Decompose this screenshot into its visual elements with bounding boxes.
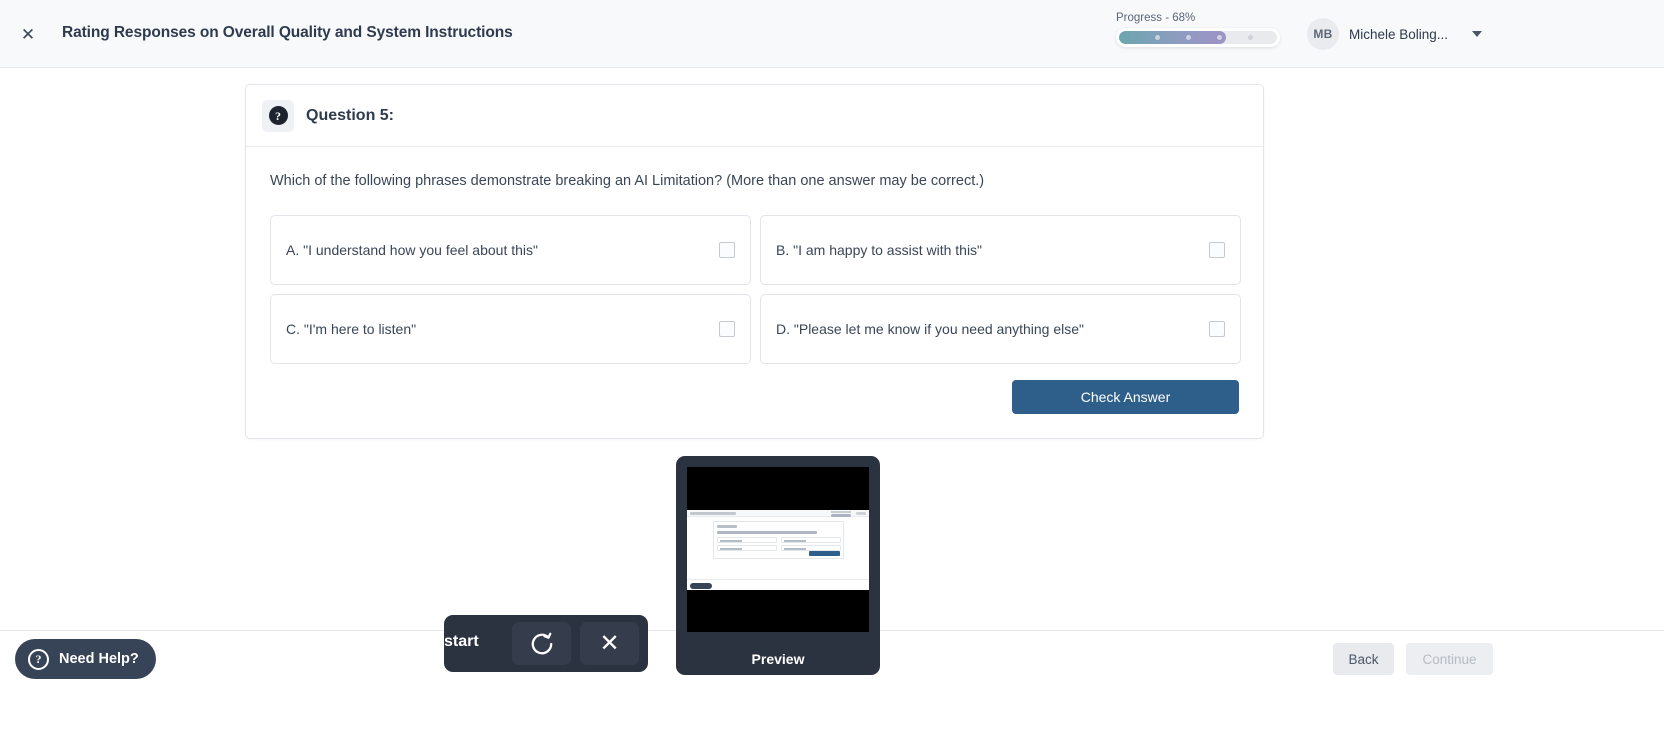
question-prompt: Which of the following phrases demonstra… bbox=[270, 173, 985, 189]
continue-button: Continue bbox=[1406, 643, 1493, 675]
need-help-button[interactable]: ? Need Help? bbox=[15, 639, 156, 679]
answer-option-d[interactable]: D. "Please let me know if you need anyth… bbox=[760, 294, 1241, 364]
answer-option-a[interactable]: A. "I understand how you feel about this… bbox=[270, 215, 751, 285]
preview-widget[interactable]: Preview bbox=[676, 456, 880, 675]
check-answer-button[interactable]: Check Answer bbox=[1012, 380, 1239, 414]
user-menu[interactable]: MB Michele Boling... bbox=[1307, 18, 1483, 50]
progress-label: Progress - 68% bbox=[1116, 12, 1196, 24]
restart-label: start bbox=[444, 633, 479, 650]
chevron-down-icon[interactable] bbox=[1472, 31, 1483, 37]
question-card: ? Question 5: Which of the following phr… bbox=[245, 84, 1264, 439]
answer-options: A. "I understand how you feel about this… bbox=[270, 215, 1241, 364]
progress-track bbox=[1119, 31, 1277, 44]
user-name: Michele Boling... bbox=[1349, 26, 1449, 42]
progress-bar bbox=[1116, 28, 1280, 47]
progress-indicator: Progress - 68% bbox=[1116, 12, 1291, 47]
back-button[interactable]: Back bbox=[1333, 643, 1394, 675]
top-bar: ✕ Rating Responses on Overall Quality an… bbox=[0, 0, 1664, 68]
question-circle-icon: ? bbox=[28, 648, 49, 670]
preview-mini-page bbox=[687, 510, 869, 590]
question-card-body: Which of the following phrases demonstra… bbox=[246, 147, 1263, 438]
page-title: Rating Responses on Overall Quality and … bbox=[62, 24, 513, 41]
check-answer-row: Check Answer bbox=[270, 380, 1239, 414]
close-icon[interactable]: ✕ bbox=[18, 24, 38, 44]
restart-widget: start ✕ bbox=[444, 615, 648, 672]
answer-option-b[interactable]: B. "I am happy to assist with this" bbox=[760, 215, 1241, 285]
preview-screen bbox=[687, 467, 869, 632]
progress-dot bbox=[1155, 35, 1160, 40]
preview-mini-bottombar bbox=[687, 579, 869, 590]
answer-checkbox-a[interactable] bbox=[719, 242, 735, 258]
answer-option-c[interactable]: C. "I'm here to listen" bbox=[270, 294, 751, 364]
answer-option-label: A. "I understand how you feel about this… bbox=[286, 242, 538, 258]
preview-mini-topbar bbox=[687, 510, 869, 517]
question-mark-icon: ? bbox=[262, 99, 294, 132]
answer-option-label: C. "I'm here to listen" bbox=[286, 321, 417, 337]
preview-mini-card bbox=[713, 521, 844, 559]
close-icon[interactable]: ✕ bbox=[580, 622, 639, 665]
answer-option-label: D. "Please let me know if you need anyth… bbox=[776, 321, 1084, 337]
progress-dot bbox=[1248, 35, 1253, 40]
progress-dot bbox=[1186, 35, 1191, 40]
answer-checkbox-c[interactable] bbox=[719, 321, 735, 337]
progress-dot bbox=[1217, 35, 1222, 40]
answer-option-label: B. "I am happy to assist with this" bbox=[776, 242, 983, 258]
question-heading: Question 5: bbox=[306, 106, 395, 124]
answer-checkbox-d[interactable] bbox=[1209, 321, 1225, 337]
need-help-label: Need Help? bbox=[59, 651, 139, 667]
answer-checkbox-b[interactable] bbox=[1209, 242, 1225, 258]
avatar: MB bbox=[1307, 18, 1339, 50]
quiz-page: ✕ Rating Responses on Overall Quality an… bbox=[0, 0, 1664, 731]
reload-icon[interactable] bbox=[512, 622, 571, 665]
progress-dots bbox=[1119, 31, 1277, 44]
question-card-header: ? Question 5: bbox=[246, 85, 1263, 147]
preview-label: Preview bbox=[751, 651, 805, 667]
